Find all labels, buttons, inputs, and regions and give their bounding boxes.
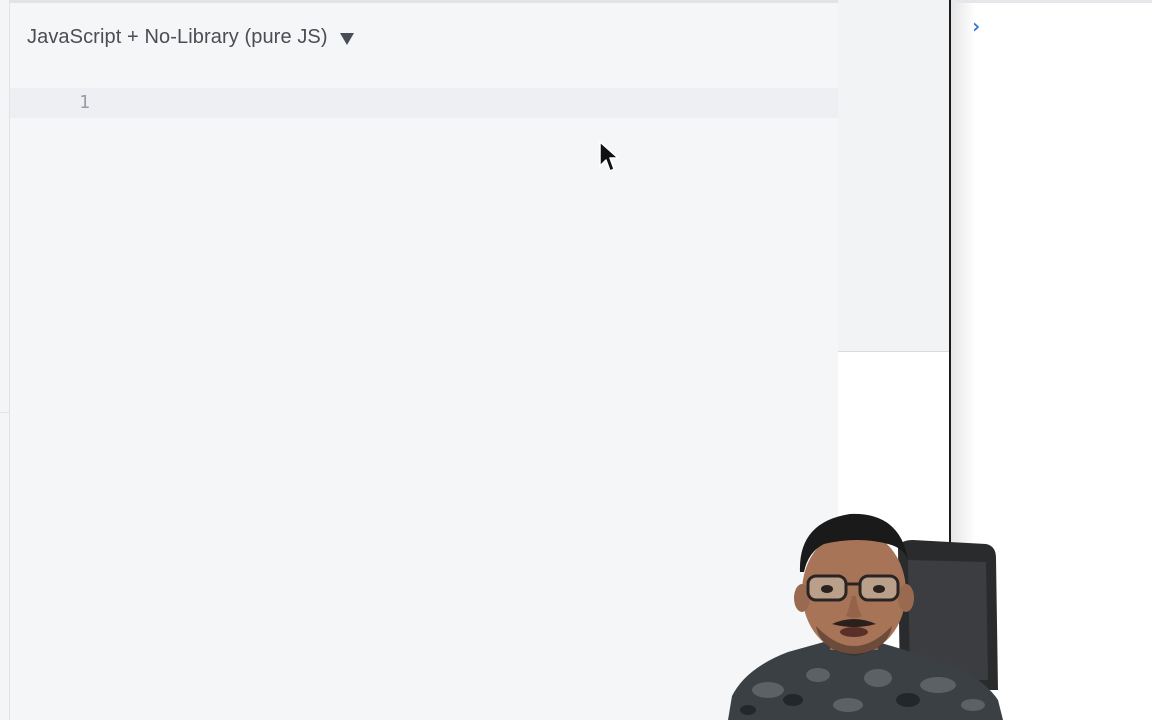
language-label: JavaScript + No-Library (pure JS) (27, 26, 328, 48)
language-selector[interactable]: JavaScript + No-Library (pure JS) (27, 26, 354, 49)
console-top-border (951, 0, 1152, 3)
code-editor[interactable]: 1 (10, 88, 838, 720)
left-gutter (0, 0, 9, 720)
html-pane-strip (838, 0, 949, 352)
line-number: 1 (79, 92, 90, 113)
javascript-editor-pane: JavaScript + No-Library (pure JS) 1 (9, 0, 838, 720)
chevron-right-icon[interactable]: › (970, 14, 982, 38)
webcam-presenter (728, 513, 1003, 720)
code-line-active[interactable]: 1 (10, 88, 838, 118)
mouse-pointer-icon (599, 141, 619, 172)
screen: JavaScript + No-Library (pure JS) 1 › (0, 0, 1152, 720)
gutter-divider (0, 412, 9, 413)
pane-top-border (10, 0, 838, 3)
caret-down-icon[interactable] (339, 32, 354, 45)
